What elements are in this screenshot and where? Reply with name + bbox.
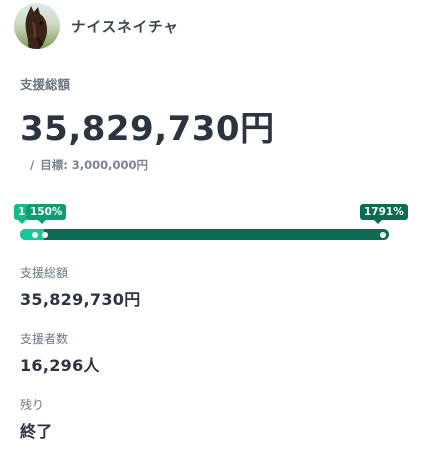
progress-bar: 1 150% 1791% bbox=[14, 198, 408, 246]
total-amount-heading: 支援総額 bbox=[20, 77, 71, 92]
stat-remaining-label: 残り bbox=[20, 398, 45, 412]
goal-text: / 目標: 3,000,000円 bbox=[30, 157, 148, 173]
progress-dot-150 bbox=[42, 231, 48, 238]
stat-total-label: 支援総額 bbox=[20, 266, 69, 280]
stat-supporters-label: 支援者数 bbox=[20, 332, 69, 346]
stat-supporters: 支援者数 16,296人 bbox=[20, 330, 100, 376]
goal-amount: 目標: 3,000,000円 bbox=[40, 158, 149, 172]
stat-total-value: 35,829,730円 bbox=[20, 290, 141, 309]
project-title[interactable]: ナイスネイチャ bbox=[71, 16, 179, 37]
progress-dot-current bbox=[380, 231, 386, 238]
goal-slash: / bbox=[30, 158, 35, 172]
stat-remaining-value: 終了 bbox=[20, 422, 53, 441]
progress-marker-current: 1791% bbox=[360, 204, 408, 224]
stat-supporters-value: 16,296人 bbox=[20, 356, 100, 375]
progress-track bbox=[20, 229, 389, 240]
horse-photo-icon bbox=[14, 3, 60, 49]
progress-dot-first bbox=[32, 231, 38, 238]
progress-marker-150: 150% bbox=[26, 204, 67, 224]
avatar[interactable] bbox=[14, 3, 60, 49]
project-header: ナイスネイチャ bbox=[14, 2, 179, 50]
total-amount-value: 35,829,730円 bbox=[20, 109, 275, 149]
stat-total: 支援総額 35,829,730円 bbox=[20, 264, 141, 310]
stat-remaining: 残り 終了 bbox=[20, 396, 53, 442]
